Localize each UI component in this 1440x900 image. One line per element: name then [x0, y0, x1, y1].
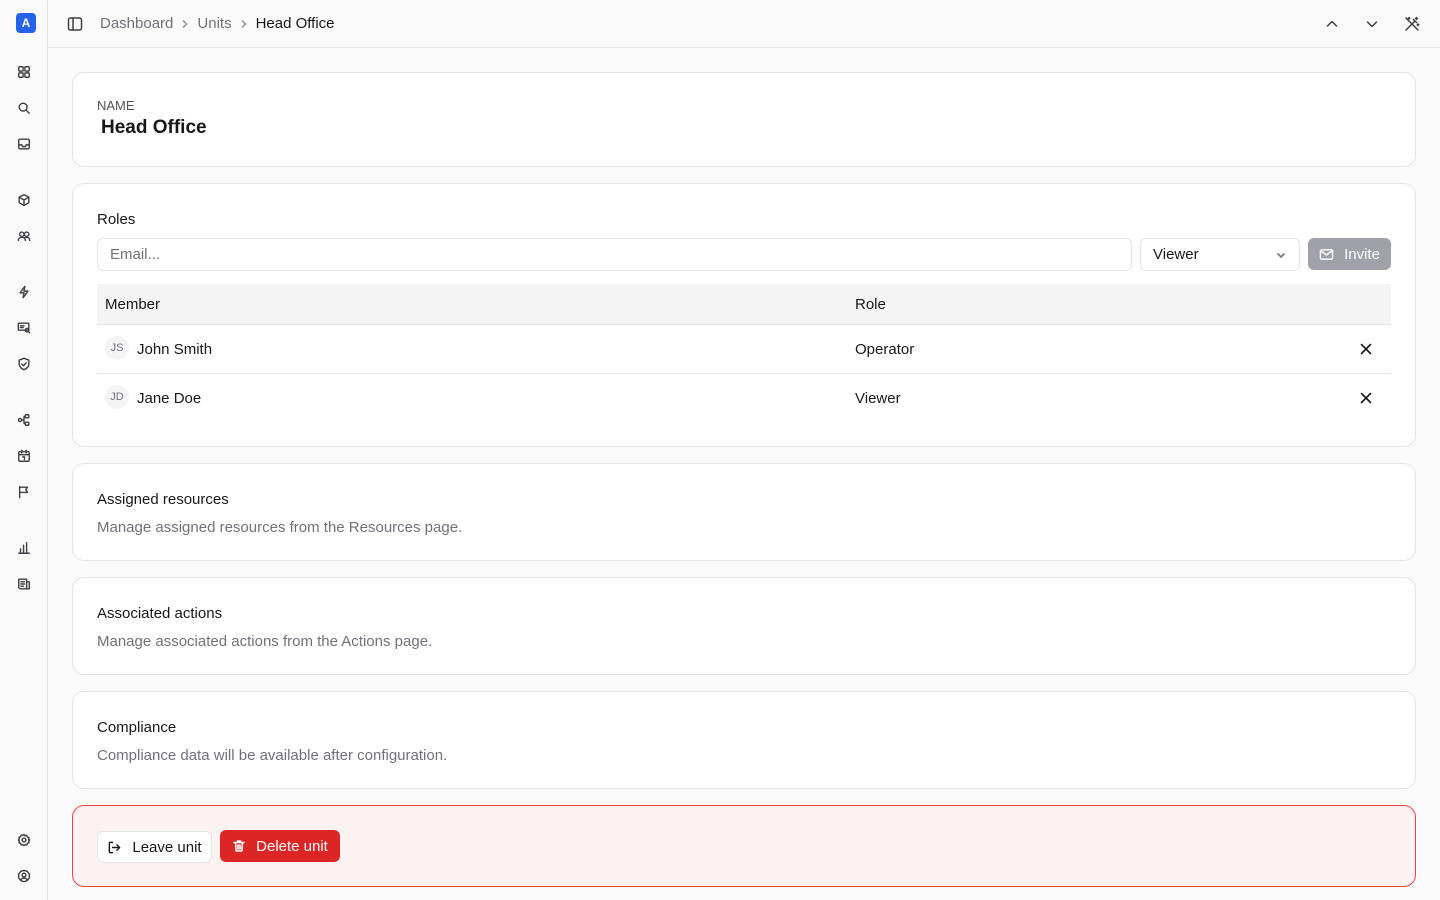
compliance-title: Compliance	[97, 719, 177, 736]
inbox-icon[interactable]	[16, 136, 32, 152]
roles-card: Roles Viewer Invite Member Role JS John …	[72, 183, 1416, 447]
log-out-icon	[109, 841, 121, 853]
search-icon[interactable]	[16, 100, 32, 116]
roles-title: Roles	[97, 211, 136, 228]
member-name: Jane Doe	[137, 390, 202, 407]
role-select[interactable]: Viewer	[1140, 238, 1300, 271]
avatar: JD	[105, 385, 129, 409]
breadcrumb: Dashboard Units Head Office	[100, 15, 335, 32]
chevron-right-icon	[180, 19, 190, 29]
remove-member-icon[interactable]	[1359, 342, 1373, 356]
chevron-up-icon[interactable]	[1324, 16, 1340, 32]
sidebar-toggle-icon[interactable]	[67, 16, 83, 32]
actions-title: Associated actions	[97, 605, 223, 622]
table-row: JS John Smith Operator	[97, 325, 1391, 374]
shield-icon[interactable]	[16, 356, 32, 372]
top-header: Dashboard Units Head Office	[48, 0, 1440, 48]
email-input[interactable]	[97, 238, 1132, 271]
resources-card: Assigned resources Manage assigned resou…	[72, 463, 1416, 561]
compliance-description: Compliance data will be available after …	[97, 747, 448, 764]
calendar-icon[interactable]	[16, 448, 32, 464]
dashboard-icon[interactable]	[16, 64, 32, 80]
leave-unit-label: Leave unit	[132, 838, 202, 856]
chevron-right-icon	[239, 19, 249, 29]
report-icon[interactable]	[16, 576, 32, 592]
chart-icon[interactable]	[16, 540, 32, 556]
column-member: Member	[105, 296, 161, 313]
cube-icon[interactable]	[16, 192, 32, 208]
chevron-down-icon	[1276, 252, 1286, 258]
role-select-value: Viewer	[1153, 246, 1199, 263]
invite-button-label: Invite	[1344, 245, 1380, 263]
workflow-icon[interactable]	[16, 412, 32, 428]
delete-unit-button[interactable]: Delete unit	[220, 830, 340, 862]
breadcrumb-units[interactable]: Units	[197, 15, 231, 32]
chevron-down-icon[interactable]	[1364, 16, 1380, 32]
member-role: Operator	[855, 341, 915, 358]
trash-icon	[233, 840, 245, 852]
settings-icon[interactable]	[16, 832, 32, 848]
monitor-icon[interactable]	[16, 320, 32, 336]
app-logo[interactable]: A	[16, 13, 36, 33]
breadcrumb-dashboard[interactable]: Dashboard	[100, 15, 173, 32]
breadcrumb-current: Head Office	[255, 15, 335, 32]
name-card: NAME Head Office	[72, 72, 1416, 167]
resources-title: Assigned resources	[97, 491, 229, 508]
remove-member-icon[interactable]	[1359, 391, 1373, 405]
members-table: Member Role JS John Smith Operator JD Ja…	[97, 284, 1391, 423]
actions-description: Manage associated actions from the Actio…	[97, 633, 433, 650]
mail-icon	[1319, 248, 1334, 260]
unit-name[interactable]: Head Office	[101, 117, 207, 139]
name-label: NAME	[97, 98, 135, 113]
table-header: Member Role	[97, 284, 1391, 325]
member-role: Viewer	[855, 390, 901, 407]
leave-unit-button[interactable]: Leave unit	[97, 831, 212, 863]
resources-description: Manage assigned resources from the Resou…	[97, 519, 463, 536]
danger-zone-card: Leave unit Delete unit	[72, 805, 1416, 887]
invite-button[interactable]: Invite	[1308, 238, 1391, 270]
magic-wand-icon[interactable]	[1404, 16, 1420, 32]
sidebar: A	[0, 0, 48, 900]
users-icon[interactable]	[16, 228, 32, 244]
avatar: JS	[105, 336, 129, 360]
member-name: John Smith	[137, 341, 213, 358]
actions-card: Associated actions Manage associated act…	[72, 577, 1416, 675]
account-icon[interactable]	[16, 868, 32, 884]
table-row: JD Jane Doe Viewer	[97, 374, 1391, 423]
column-role: Role	[855, 296, 886, 313]
delete-unit-label: Delete unit	[256, 837, 328, 855]
compliance-card: Compliance Compliance data will be avail…	[72, 691, 1416, 789]
flag-icon[interactable]	[16, 484, 32, 500]
bolt-icon[interactable]	[16, 284, 32, 300]
